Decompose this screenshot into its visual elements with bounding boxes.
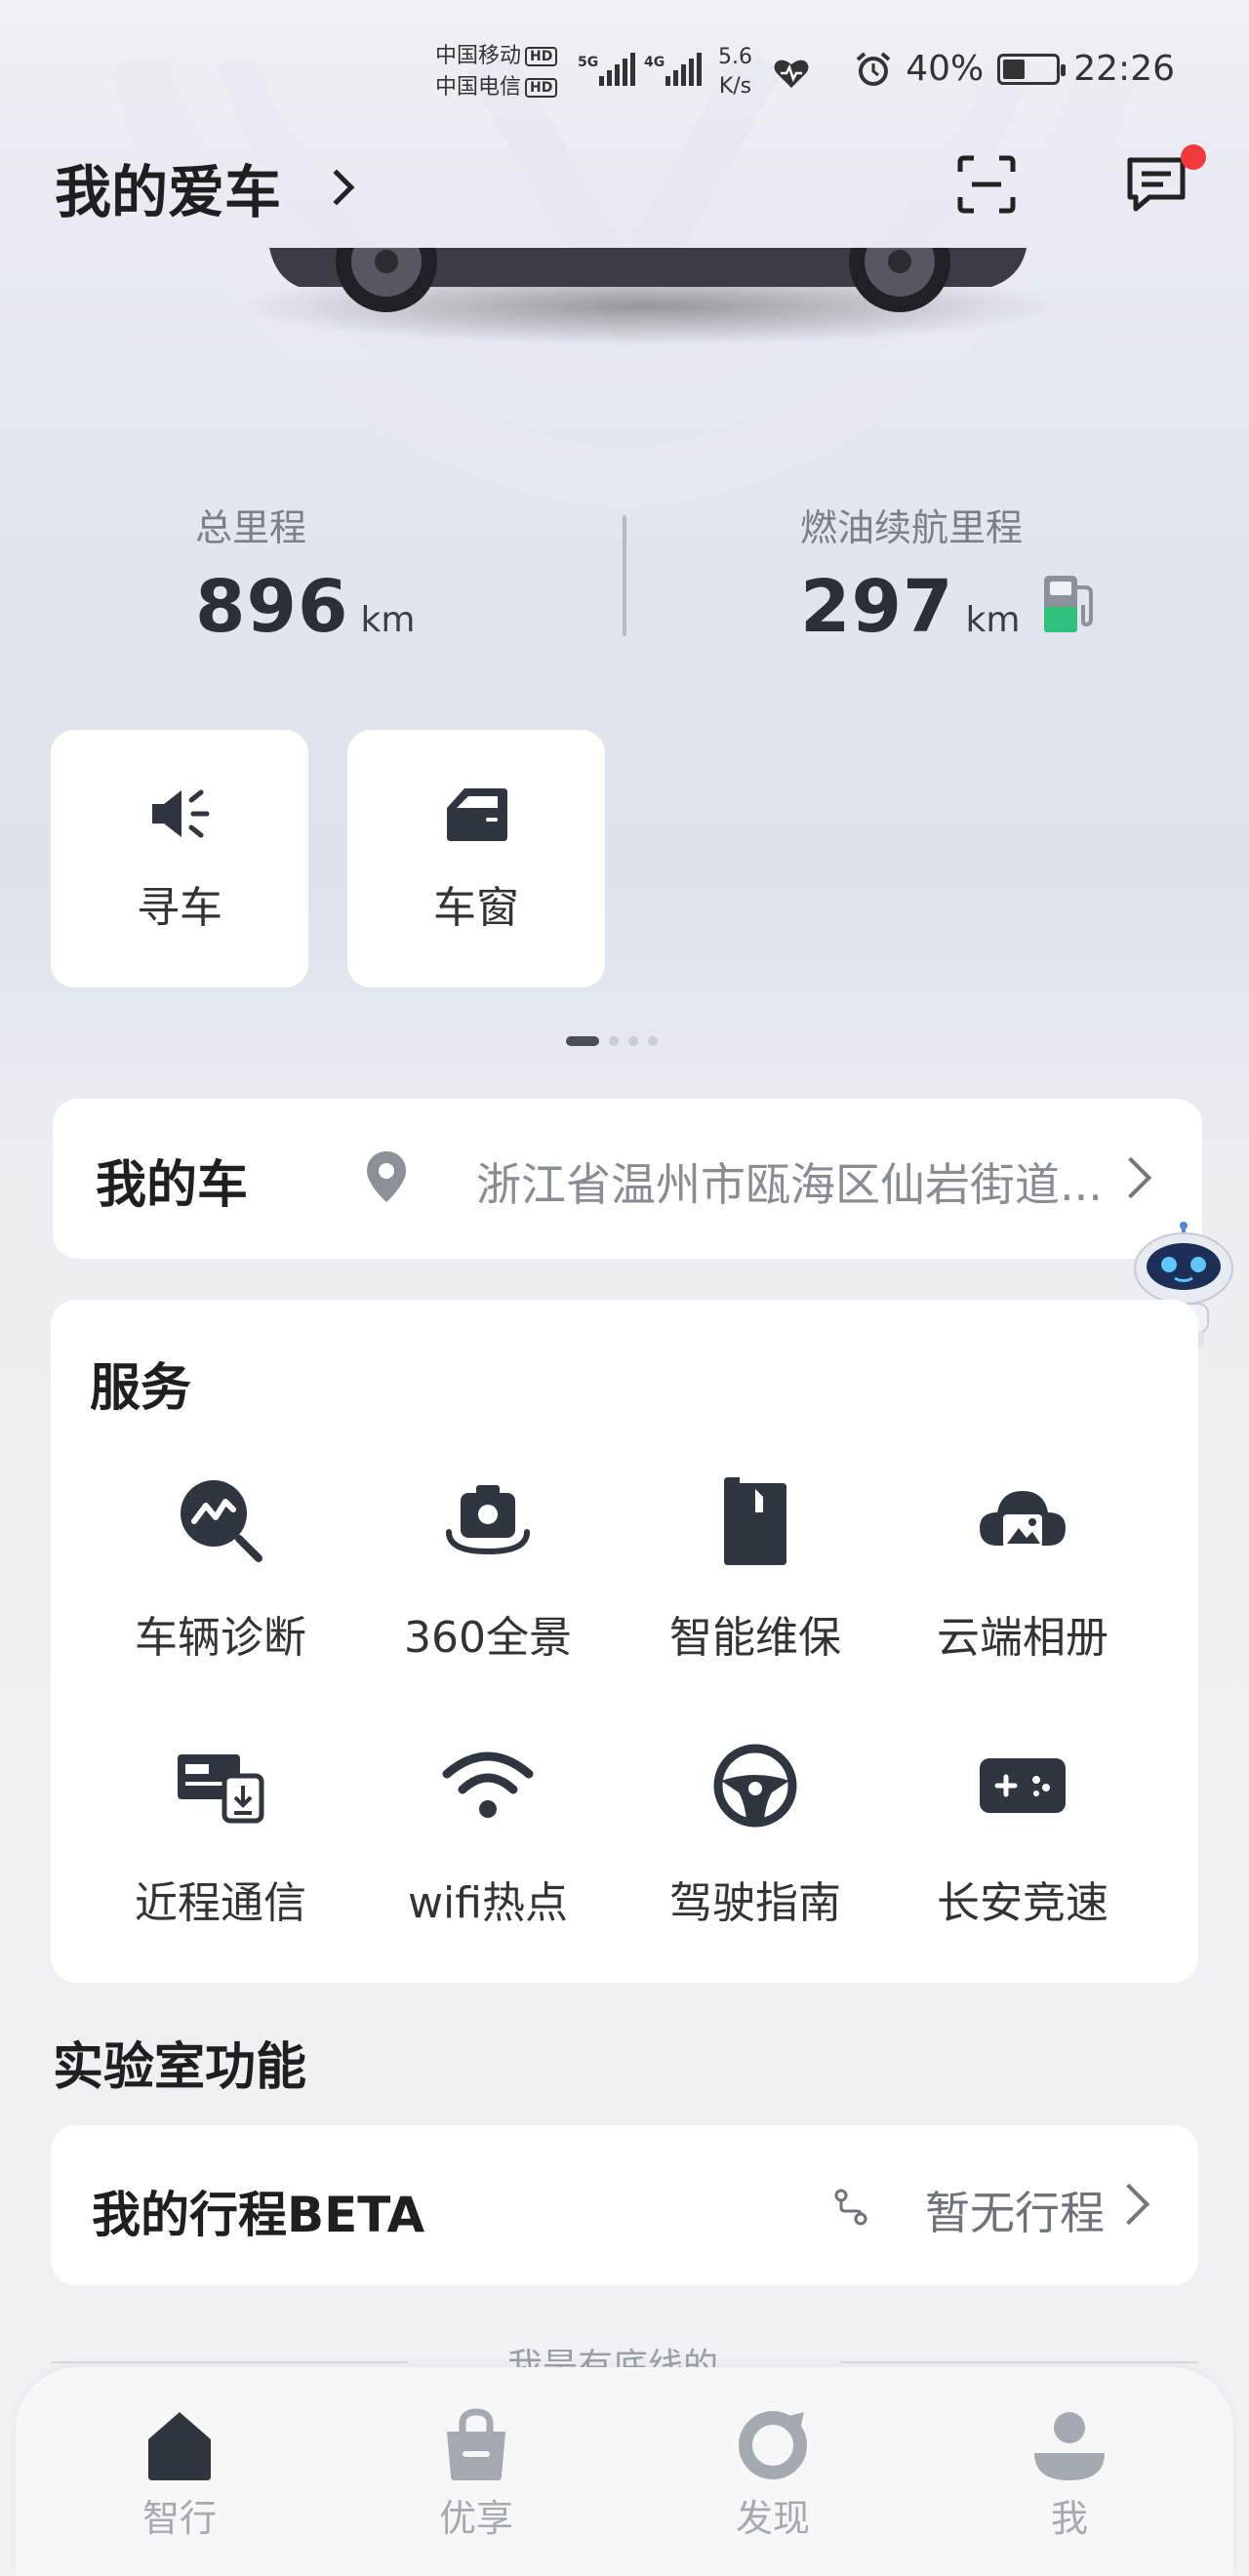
page-indicator	[566, 1036, 658, 1046]
trip-status: 暂无行程	[925, 2187, 1105, 2239]
car-window-button[interactable]: 车窗	[347, 730, 605, 987]
discover-icon	[739, 2411, 807, 2479]
alarm-clock-icon	[856, 51, 891, 86]
maintenance-icon	[724, 1477, 786, 1565]
find-car-button[interactable]: 寻车	[51, 730, 308, 987]
health-heart-icon	[774, 60, 809, 88]
cloud-album-icon	[980, 1491, 1066, 1548]
wifi-icon	[442, 1751, 534, 1818]
total-mileage: 总里程 896 km	[195, 506, 416, 649]
diagnosis-icon	[181, 1480, 262, 1562]
message-icon[interactable]	[1124, 152, 1189, 217]
home-icon	[148, 2412, 211, 2480]
carrier-info: 中国移动 HD 中国电信 HD	[435, 41, 558, 103]
trip-title: 我的行程BETA	[92, 2187, 425, 2243]
divider-line	[51, 2361, 408, 2363]
profile-icon	[1034, 2412, 1105, 2480]
services-title: 服务	[90, 1359, 192, 1418]
battery-percent: 40%	[906, 49, 985, 89]
near-comm-icon	[178, 1754, 264, 1824]
chevron-right-icon	[1108, 2183, 1150, 2226]
service-smart-maintenance[interactable]: 智能维保	[628, 1471, 882, 1665]
tab-zhixing[interactable]: 智行	[101, 2406, 258, 2542]
route-icon	[834, 2189, 867, 2226]
page-title: 我的爱车	[55, 159, 282, 225]
notification-badge	[1181, 144, 1206, 170]
my-car-title: 我的车	[96, 1156, 249, 1215]
location-pin-icon	[367, 1151, 406, 1202]
bottom-tab-bar: 智行 优享 发现 我	[16, 2367, 1233, 2576]
battery-icon	[997, 53, 1067, 85]
network-type-4g: 4G	[644, 55, 665, 70]
car-window-icon	[447, 788, 507, 841]
service-changan-racing[interactable]: 长安竞速	[896, 1737, 1149, 1930]
camera-360-icon	[446, 1485, 530, 1555]
service-near-communication[interactable]: 近程通信	[94, 1737, 347, 1930]
tab-wo[interactable]: 我	[991, 2406, 1148, 2542]
speaker-icon	[152, 789, 210, 838]
scan-icon[interactable]	[956, 154, 1017, 215]
clock-time: 22:26	[1073, 49, 1175, 89]
steering-wheel-icon	[713, 1744, 797, 1828]
service-wifi-hotspot[interactable]: wifi热点	[361, 1737, 615, 1930]
signal-strength-icon	[599, 51, 635, 86]
car-location-text: 浙江省温州市瓯海区仙岩街道...	[476, 1158, 1103, 1211]
service-360-view[interactable]: 360全景	[361, 1471, 615, 1665]
fuel-range: 燃油续航里程 297 km	[800, 506, 1024, 649]
my-trip-card[interactable]: 我的行程BETA 暂无行程	[51, 2125, 1198, 2285]
gamepad-icon	[980, 1758, 1066, 1813]
car-image[interactable]	[240, 248, 1056, 345]
stats-divider	[623, 515, 626, 636]
service-cloud-album[interactable]: 云端相册	[896, 1471, 1149, 1665]
fuel-pump-icon	[1044, 576, 1093, 632]
shopping-bag-icon	[447, 2408, 505, 2480]
service-driving-guide[interactable]: 驾驶指南	[628, 1737, 882, 1930]
divider-line	[841, 2361, 1198, 2363]
signal-strength-icon	[665, 51, 702, 86]
my-car-header-button[interactable]: 我的爱车	[55, 146, 355, 228]
tab-youxiang[interactable]: 优享	[398, 2406, 554, 2542]
network-speed: 5.6 K/s	[718, 45, 752, 99]
service-vehicle-diagnosis[interactable]: 车辆诊断	[94, 1471, 347, 1665]
tab-faxian[interactable]: 发现	[695, 2406, 851, 2542]
lab-section-title: 实验室功能	[53, 2038, 307, 2097]
network-type-5g: 5G	[578, 55, 599, 70]
status-bar: 中国移动 HD 中国电信 HD 5G 4G 5.6 K/s 40% 22:26	[0, 0, 1249, 146]
chevron-right-icon	[318, 169, 355, 206]
services-card: 服务 车辆诊断 360全景 智能维保 云端相册 近程通信 wifi热点 驾驶指南…	[51, 1300, 1198, 1983]
my-car-location-card[interactable]: 我的车 浙江省温州市瓯海区仙岩街道...	[53, 1099, 1202, 1259]
